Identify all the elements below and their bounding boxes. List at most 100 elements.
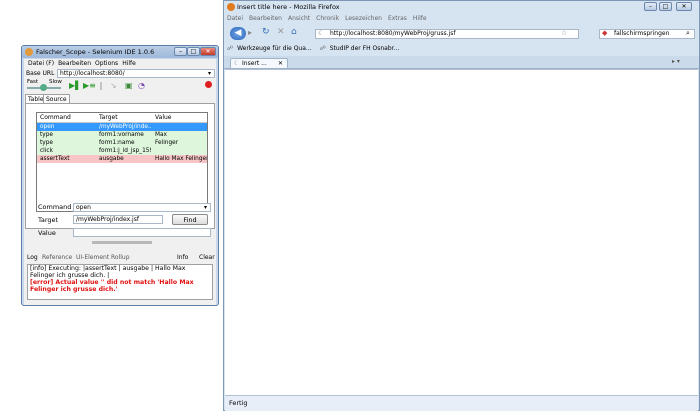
back-button[interactable]: ◀	[230, 27, 246, 40]
ff-menu-extras[interactable]: Extras	[388, 15, 407, 22]
command-input[interactable]: open	[73, 203, 211, 212]
menu-hilfe[interactable]: Hilfe	[122, 60, 136, 67]
base-url-row: Base URL http://localhost:8080/ ▾	[24, 69, 216, 78]
header-target: Target	[99, 114, 118, 121]
selenium-title-bar[interactable]: Falscher_Scope - Selenium IDE 1.0.6 – □ …	[22, 46, 218, 58]
row-command: type	[40, 140, 53, 146]
clear-button[interactable]: Clear	[199, 254, 215, 261]
menu-datei[interactable]: Datei (F)	[28, 60, 54, 67]
maximize-button[interactable]: □	[187, 47, 200, 56]
row-target: form1:vorname	[99, 132, 144, 138]
info-dropdown[interactable]: Info	[177, 254, 188, 261]
toolbar: Fast Slow ▶▌ ▶≡ ‖ ↘ ▣ ◔	[24, 79, 216, 93]
play-test-icon[interactable]: ▶≡	[83, 81, 96, 90]
firefox-menu-bar: Datei Bearbeiten Ansicht Chronik Lesezeichen…	[227, 15, 433, 24]
row-command: click	[40, 148, 53, 154]
menu-options[interactable]: Options	[95, 60, 118, 67]
find-button[interactable]: Find	[172, 214, 208, 225]
tab-list-icon[interactable]: ▸ ▾	[672, 58, 680, 65]
status-text: Fertig	[229, 399, 248, 407]
bookmark-icon: ☍	[227, 45, 234, 52]
ff-close-button[interactable]: ✕	[676, 2, 692, 11]
tab-close-icon[interactable]: ✕	[278, 59, 283, 68]
table-row[interactable]: type form1:vorname Max	[37, 131, 207, 139]
table-header: Command Target Value	[37, 113, 207, 123]
tab-rollup[interactable]: Rollup	[111, 254, 130, 261]
tab-ui-element[interactable]: UI-Element	[76, 254, 109, 261]
value-label: Value	[38, 229, 56, 237]
play-suite-icon[interactable]: ▶▌	[69, 81, 81, 90]
table-row[interactable]: click form1:j_id_jsp_159...	[37, 147, 207, 155]
firefox-window: Insert title here - Mozilla Firefox – □ …	[223, 0, 700, 411]
tab-log[interactable]: Log	[27, 254, 38, 261]
record-icon[interactable]	[205, 81, 212, 88]
search-icon[interactable]: ⌕	[686, 29, 690, 38]
header-value: Value	[155, 114, 172, 121]
command-dropdown-icon[interactable]: ▾	[204, 204, 207, 211]
log-output: [info] Executing: |assertText | ausgabe …	[27, 264, 213, 300]
search-engine-icon[interactable]: ◆	[602, 29, 607, 37]
pause-icon[interactable]: ‖	[99, 81, 103, 90]
row-command: open	[40, 124, 55, 130]
table-row[interactable]: type form1:name Felinger	[37, 139, 207, 147]
stop-icon[interactable]: ✕	[277, 27, 285, 37]
bookmark-star-icon[interactable]: ☆	[561, 29, 567, 37]
ff-menu-hilfe[interactable]: Hilfe	[413, 15, 427, 22]
commands-table: Command Target Value open /myWebProj/ind…	[36, 112, 208, 212]
firefox-window-title: Insert title here - Mozilla Firefox	[237, 3, 340, 11]
speed-slider-handle[interactable]	[40, 84, 47, 91]
site-identity-icon: ☾	[318, 29, 325, 37]
table-row[interactable]: open /myWebProj/inde...	[37, 123, 207, 131]
home-icon[interactable]: ⌂	[291, 27, 297, 37]
tab-label: Insert ...	[242, 60, 267, 67]
base-url-dropdown-icon[interactable]: ▾	[208, 70, 211, 77]
page-content[interactable]	[225, 69, 698, 395]
row-value: Hallo Max Felinger...	[155, 156, 207, 162]
row-target: /myWebProj/inde...	[99, 124, 151, 130]
tab-reference[interactable]: Reference	[42, 254, 72, 261]
reload-icon[interactable]: ↻	[262, 27, 270, 37]
ff-minimize-button[interactable]: –	[644, 2, 657, 11]
firefox-title-bar[interactable]: Insert title here - Mozilla Firefox – □ …	[224, 1, 699, 12]
speed-fast-label: Fast	[27, 79, 39, 85]
editor-tabs: Table Source	[24, 94, 216, 103]
ff-menu-chronik[interactable]: Chronik	[316, 15, 339, 22]
base-url-label: Base URL	[26, 70, 55, 77]
tab-insert[interactable]: ☾ Insert ... ✕	[230, 58, 288, 68]
bookmark-item[interactable]: StudIP der FH Osnabr...	[330, 45, 400, 52]
log-error-line: [error] Actual value '' did not match 'H…	[30, 279, 194, 293]
forward-button[interactable]: ▸	[248, 28, 252, 37]
row-value: Felinger	[155, 140, 179, 146]
ff-menu-lesezeichen[interactable]: Lesezeichen	[345, 15, 382, 22]
table-row[interactable]: assertText ausgabe Hallo Max Felinger...	[37, 155, 207, 163]
value-input[interactable]	[73, 228, 211, 237]
menu-bearbeiten[interactable]: Bearbeiten	[58, 60, 91, 67]
ff-maximize-button[interactable]: □	[659, 2, 672, 11]
step-icon[interactable]: ↘	[110, 81, 117, 90]
firefox-tab-strip: ☾ Insert ... ✕ ▸ ▾	[224, 56, 699, 69]
search-input[interactable]: fallschirmspringen	[599, 29, 695, 39]
rollup-icon[interactable]: ▣	[125, 81, 133, 90]
close-button[interactable]: ✕	[200, 47, 216, 56]
ff-menu-datei[interactable]: Datei	[227, 15, 243, 22]
row-target: form1:name	[99, 140, 135, 146]
selenium-ide-window: Falscher_Scope - Selenium IDE 1.0.6 – □ …	[21, 45, 219, 306]
status-bar: Fertig	[225, 395, 698, 411]
target-input[interactable]: /myWebProj/index.jsf	[73, 215, 163, 224]
tab-source[interactable]: Source	[43, 94, 70, 103]
speed-slow-label: Slow	[49, 79, 62, 85]
url-bar[interactable]: http://localhost:8080/myWebProj/gruss.js…	[315, 29, 579, 39]
selenium-menu-bar: Datei (F) Bearbeiten Options Hilfe	[24, 59, 216, 68]
ff-menu-bearbeiten[interactable]: Bearbeiten	[249, 15, 282, 22]
schedule-icon[interactable]: ◔	[138, 81, 145, 90]
log-tabs: Log Reference UI-Element Rollup Info Cle…	[27, 253, 217, 262]
ff-menu-ansicht[interactable]: Ansicht	[288, 15, 310, 22]
splitter-handle[interactable]	[92, 241, 152, 244]
base-url-input[interactable]: http://localhost:8080/	[57, 69, 215, 78]
minimize-button[interactable]: –	[174, 47, 187, 56]
selenium-app-icon	[25, 48, 33, 56]
tab-favicon-icon: ☾	[234, 60, 240, 67]
log-info-line: [info] Executing: |assertText | ausgabe …	[30, 265, 186, 279]
bookmark-item[interactable]: Werkzeuge für die Qua...	[237, 45, 312, 52]
bookmarks-toolbar: ☍ Werkzeuge für die Qua... ☍ StudIP der FH …	[227, 45, 399, 54]
